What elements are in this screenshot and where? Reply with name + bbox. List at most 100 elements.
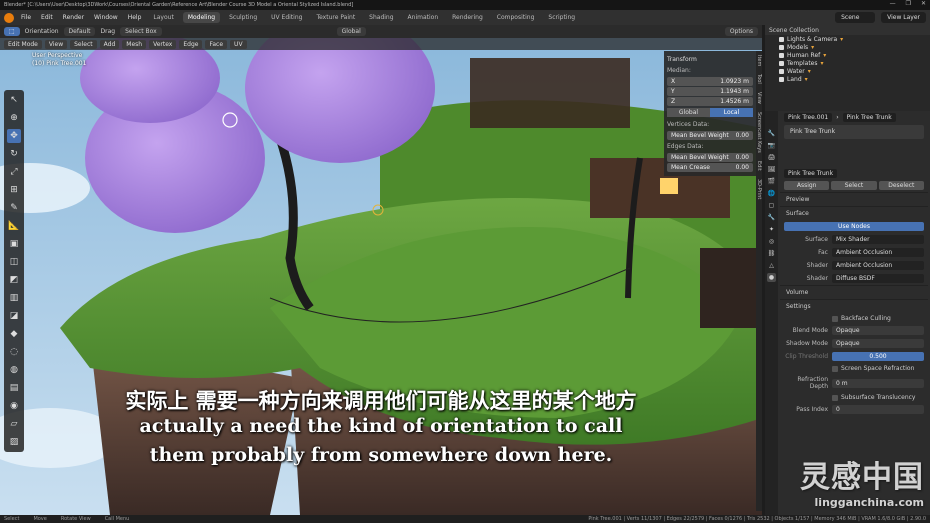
bevel-tool-icon[interactable]: ◩ [7, 273, 21, 287]
maximize-button[interactable]: ❐ [906, 0, 911, 7]
scene-properties-icon[interactable]: 🎬 [767, 177, 776, 186]
tab-item[interactable]: Item [756, 51, 762, 70]
tab-modeling[interactable]: Modeling [182, 12, 221, 23]
select-menu[interactable]: Select [70, 39, 97, 49]
move-tool-icon[interactable]: ✥ [7, 129, 21, 143]
checkbox-icon[interactable] [779, 52, 784, 58]
checkbox-icon[interactable] [832, 315, 838, 322]
tab-shading[interactable]: Shading [364, 12, 398, 23]
outliner-item-human-ref[interactable]: Human Ref ▾ [765, 51, 930, 59]
mode-dropdown[interactable]: Edit Mode [4, 39, 42, 49]
checkbox-icon[interactable] [779, 68, 784, 74]
extrude-tool-icon[interactable]: ▣ [7, 237, 21, 251]
transform-orientation-dropdown[interactable]: Global [336, 27, 366, 36]
loop-cut-tool-icon[interactable]: ▥ [7, 291, 21, 305]
tweak-tool-icon[interactable]: ↖ [7, 93, 21, 107]
blend-mode-dropdown[interactable]: Opaque [832, 326, 924, 335]
surface-panel-header[interactable]: Surface [780, 206, 928, 220]
output-properties-icon[interactable]: 🖨 [767, 153, 776, 162]
particles-properties-icon[interactable]: ✦ [767, 225, 776, 234]
smooth-tool-icon[interactable]: ◍ [7, 363, 21, 377]
assign-button[interactable]: Assign [784, 181, 830, 190]
measure-tool-icon[interactable]: 📐 [7, 219, 21, 233]
tab-tool[interactable]: Tool [756, 70, 762, 88]
edge-bevel-weight-field[interactable]: Mean Bevel Weight 0.00 [667, 153, 753, 162]
tab-sculpting[interactable]: Sculpting [224, 12, 262, 23]
options-dropdown[interactable]: Options [724, 27, 758, 36]
material-slot-list[interactable]: Pink Tree Trunk [784, 125, 924, 139]
select-button[interactable]: Select [831, 181, 877, 190]
checkbox-icon[interactable] [779, 76, 784, 82]
median-x-field[interactable]: X 1.0923 m [667, 77, 753, 86]
vertex-menu[interactable]: Vertex [149, 39, 177, 49]
scale-tool-icon[interactable]: ⤢ [7, 165, 21, 179]
world-properties-icon[interactable]: 🌐 [767, 189, 776, 198]
tab-view[interactable]: View [756, 88, 762, 108]
mesh-menu[interactable]: Mesh [122, 39, 147, 49]
median-z-field[interactable]: Z 1.4526 m [667, 97, 753, 106]
tab-layout[interactable]: Layout [148, 12, 178, 23]
tab-compositing[interactable]: Compositing [492, 12, 540, 23]
view-menu[interactable]: View [44, 39, 68, 49]
outliner-item-templates[interactable]: Templates ▾ [765, 59, 930, 67]
global-button[interactable]: Global [667, 108, 710, 117]
menu-render[interactable]: Render [60, 14, 87, 21]
tab-edit[interactable]: Edit [756, 157, 762, 175]
close-button[interactable]: ✕ [921, 0, 926, 7]
material-name-field[interactable]: Pink Tree Trunk [842, 112, 896, 122]
physics-properties-icon[interactable]: ◎ [767, 237, 776, 246]
menu-edit[interactable]: Edit [38, 14, 56, 21]
local-button[interactable]: Local [710, 108, 753, 117]
tab-rendering[interactable]: Rendering [447, 12, 488, 23]
uv-menu[interactable]: UV [230, 39, 247, 49]
poly-build-tool-icon[interactable]: ◆ [7, 327, 21, 341]
fac-dropdown[interactable]: Ambient Occlusion [832, 248, 924, 257]
use-nodes-button[interactable]: Use Nodes [784, 222, 924, 231]
pass-index-field[interactable]: 0 [832, 405, 924, 414]
checkbox-icon[interactable] [779, 44, 784, 50]
select-tool-icon[interactable]: ⬚ [4, 27, 20, 36]
checkbox-icon[interactable] [779, 36, 784, 42]
material-properties-icon[interactable]: ● [767, 273, 776, 282]
drag-dropdown[interactable]: Select Box [120, 27, 162, 36]
outliner-item-water[interactable]: Water ▾ [765, 67, 930, 75]
minimize-button[interactable]: — [890, 0, 896, 7]
tool-properties-icon[interactable]: 🔧 [767, 129, 776, 138]
backface-culling-row[interactable]: Backface Culling [780, 313, 928, 324]
annotate-tool-icon[interactable]: ✎ [7, 201, 21, 215]
preview-panel-header[interactable]: Preview [780, 192, 928, 206]
shader1-dropdown[interactable]: Ambient Occlusion [832, 261, 924, 270]
tab-animation[interactable]: Animation [403, 12, 444, 23]
shadow-mode-dropdown[interactable]: Opaque [832, 339, 924, 348]
outliner-item-models[interactable]: Models ▾ [765, 43, 930, 51]
rotate-tool-icon[interactable]: ↻ [7, 147, 21, 161]
tab-screencast-keys[interactable]: Screencast Keys [756, 108, 762, 157]
object-properties-icon[interactable]: ▢ [767, 201, 776, 210]
shader2-dropdown[interactable]: Diffuse BSDF [832, 274, 924, 283]
outliner-item-land[interactable]: Land ▾ [765, 75, 930, 83]
render-properties-icon[interactable]: 📷 [767, 141, 776, 150]
spin-tool-icon[interactable]: ◌ [7, 345, 21, 359]
view-layer-icon[interactable]: 🖼 [767, 165, 776, 174]
menu-window[interactable]: Window [91, 14, 121, 21]
refraction-depth-field[interactable]: 0 m [832, 378, 924, 388]
add-menu[interactable]: Add [99, 39, 120, 49]
transform-tool-icon[interactable]: ⊞ [7, 183, 21, 197]
face-menu[interactable]: Face [205, 39, 228, 49]
menu-file[interactable]: File [18, 14, 34, 21]
subsurface-translucency-row[interactable]: Subsurface Translucency [780, 392, 928, 403]
scene-collection-header[interactable]: Scene Collection [765, 25, 930, 35]
edge-menu[interactable]: Edge [179, 39, 203, 49]
tab-scripting[interactable]: Scripting [543, 12, 580, 23]
vertex-bevel-weight-field[interactable]: Mean Bevel Weight 0.00 [667, 131, 753, 140]
view-layer-field[interactable]: View Layer [881, 12, 926, 23]
checkbox-icon[interactable] [832, 394, 838, 401]
deselect-button[interactable]: Deselect [878, 181, 924, 190]
volume-panel-header[interactable]: Volume [780, 285, 928, 299]
mean-crease-field[interactable]: Mean Crease 0.00 [667, 163, 753, 172]
checkbox-icon[interactable] [832, 365, 838, 372]
object-name-field[interactable]: Pink Tree.001 [784, 112, 833, 122]
blender-logo-icon[interactable] [4, 12, 14, 23]
tab-3d-print[interactable]: 3D-Print [756, 175, 762, 203]
tab-texture-paint[interactable]: Texture Paint [311, 12, 360, 23]
